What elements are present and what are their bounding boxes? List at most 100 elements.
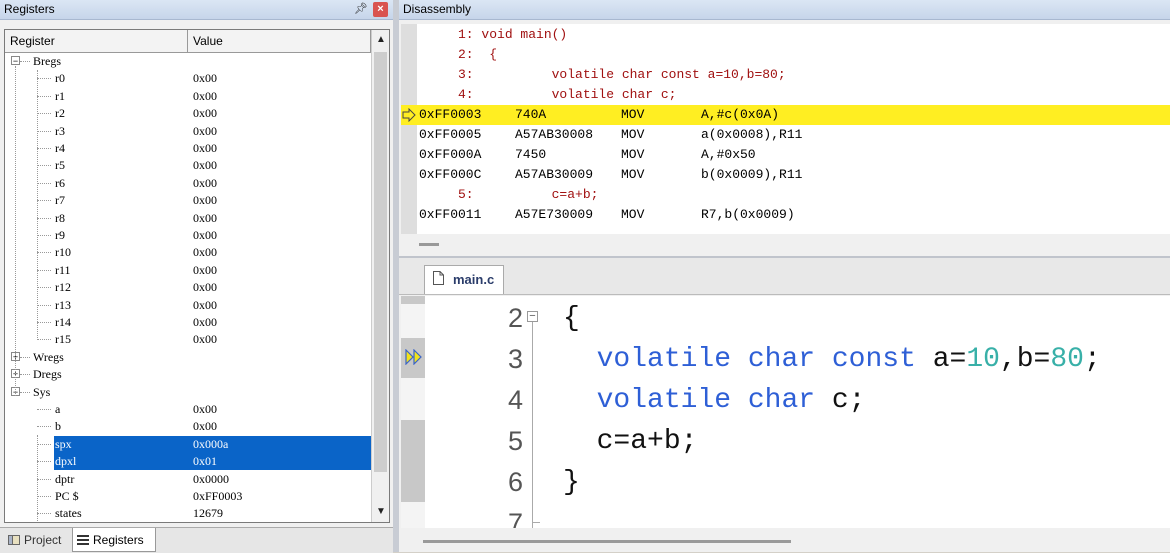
code-text: volatile char const a=10,b=80; — [563, 339, 1101, 380]
register-value: 0x00 — [193, 245, 217, 260]
tab-registers[interactable]: Registers — [72, 528, 156, 552]
register-value: 0xFF0003 — [193, 489, 243, 503]
asm-line[interactable]: 0xFF000C A57AB30009 MOV b(0x0009),R11 — [401, 165, 1170, 185]
scrollbar-thumb[interactable] — [374, 52, 387, 472]
register-name: r14 — [55, 315, 71, 329]
register-row[interactable]: + Wregs — [5, 349, 371, 366]
scroll-up-icon[interactable]: ▲ — [372, 30, 389, 50]
register-value: 0x00 — [193, 228, 217, 242]
code-line[interactable]: 6} — [401, 462, 1170, 503]
asm-operands: A,#c(0x0A) — [701, 107, 780, 122]
asm-line[interactable]: 0xFF0005 A57AB30008 MOV a(0x0008),R11 — [401, 125, 1170, 145]
asm-mnemonic: MOV — [621, 107, 645, 122]
register-row[interactable]: − Bregs — [5, 53, 371, 70]
source-line[interactable]: 4: volatile char c; — [401, 85, 1170, 105]
register-row[interactable]: dptr 0x0000 — [5, 471, 371, 488]
register-row[interactable]: r2 0x00 — [5, 105, 371, 122]
code-editor[interactable]: − 2{3 volatile char const a=10,b=80; 4 vo… — [401, 296, 1170, 528]
register-value: 0x00 — [193, 402, 217, 416]
register-row[interactable]: r15 0x00 — [5, 331, 371, 348]
asm-line[interactable]: 0xFF000A 7450 MOV A,#0x50 — [401, 145, 1170, 165]
source-text: 5: c=a+b; — [419, 187, 599, 202]
disassembly-pane: Disassembly 1: void main() 2: { 3: volat… — [399, 0, 1170, 256]
source-text: 2: { — [419, 47, 498, 62]
tree-connector — [37, 339, 51, 341]
register-row[interactable]: − Sys — [5, 384, 371, 401]
register-row[interactable]: r10 0x00 — [5, 244, 371, 261]
disassembly-title: Disassembly — [403, 2, 472, 16]
register-row[interactable]: r4 0x00 — [5, 140, 371, 157]
tree-connector — [37, 409, 51, 410]
register-row[interactable]: r3 0x00 — [5, 123, 371, 140]
scrollbar-thumb[interactable] — [419, 243, 439, 246]
register-row[interactable]: + Dregs — [5, 366, 371, 383]
register-row[interactable]: states 12679 — [5, 505, 371, 522]
source-line[interactable]: 2: { — [401, 45, 1170, 65]
register-row[interactable]: r9 0x00 — [5, 227, 371, 244]
registers-icon — [77, 535, 89, 545]
register-name: Dregs — [33, 367, 62, 382]
register-name: dpxl — [55, 454, 77, 469]
asm-operands: R7,b(0x0009) — [701, 207, 795, 222]
disassembly-horizontal-scrollbar[interactable] — [401, 236, 1170, 254]
register-row[interactable]: r0 0x00 — [5, 70, 371, 87]
register-row[interactable]: r8 0x00 — [5, 210, 371, 227]
tree-connector — [37, 182, 51, 184]
tab-main-c-label: main.c — [453, 272, 495, 287]
code-token: c; — [815, 385, 866, 416]
scroll-down-icon[interactable]: ▼ — [372, 502, 389, 522]
asm-operands: a(0x0008),R11 — [701, 127, 803, 142]
register-row[interactable]: r13 0x00 — [5, 297, 371, 314]
column-header-value[interactable]: Value — [188, 30, 371, 52]
register-value: 0x01 — [193, 454, 217, 469]
disassembly-title-bar: Disassembly — [399, 0, 1170, 20]
registers-table: Register Value − Bregs r0 0x00 r1 0x00 r2 0x00 r… — [4, 29, 390, 523]
code-line[interactable]: 4 volatile char c; — [401, 380, 1170, 421]
register-row[interactable]: a 0x00 — [5, 401, 371, 418]
register-name: b — [55, 419, 61, 434]
register-row[interactable]: r12 0x00 — [5, 279, 371, 296]
tab-main-c[interactable]: main.c — [424, 265, 504, 294]
asm-line[interactable]: 0xFF0011 A57E730009 MOV R7,b(0x0009) — [401, 205, 1170, 225]
register-row[interactable]: r14 0x00 — [5, 314, 371, 331]
project-icon — [8, 535, 20, 545]
register-row[interactable]: spx 0x000a — [5, 435, 371, 453]
collapse-icon[interactable]: − — [11, 56, 20, 66]
scrollbar-thumb[interactable] — [423, 540, 791, 543]
source-line[interactable]: 5: c=a+b; — [401, 185, 1170, 205]
registers-vertical-scrollbar[interactable]: ▲ ▼ — [371, 30, 389, 522]
code-text: c=a+b; — [563, 421, 698, 462]
register-value: 0x000a — [193, 436, 229, 451]
register-row[interactable]: r6 0x00 — [5, 175, 371, 192]
source-line[interactable]: 1: void main() — [401, 25, 1170, 45]
register-row[interactable]: r7 0x00 — [5, 192, 371, 209]
tab-project[interactable]: Project — [4, 528, 70, 552]
code-line[interactable]: 3 volatile char const a=10,b=80; — [401, 339, 1170, 380]
tree-connector — [37, 496, 51, 497]
pin-icon[interactable]: 📌︎ — [354, 2, 368, 16]
code-line[interactable]: 5 c=a+b; — [401, 421, 1170, 462]
code-line[interactable]: 2{ — [401, 298, 1170, 339]
close-icon[interactable]: × — [373, 2, 388, 17]
code-line[interactable]: 7 — [401, 503, 1170, 528]
register-row[interactable]: r1 0x00 — [5, 88, 371, 105]
editor-horizontal-scrollbar[interactable] — [401, 530, 1170, 552]
register-row[interactable]: r11 0x00 — [5, 262, 371, 279]
register-value: 0x00 — [193, 106, 217, 121]
register-row[interactable]: b 0x00 — [5, 418, 371, 435]
register-row[interactable]: dpxl 0x01 — [5, 453, 371, 471]
column-header-register[interactable]: Register — [5, 30, 188, 52]
tree-connector — [20, 374, 30, 376]
register-value: 0x0000 — [193, 471, 229, 486]
current-line-arrow-icon — [402, 108, 416, 122]
register-row[interactable]: PC $ 0xFF0003 — [5, 488, 371, 505]
asm-opcode: A57AB30009 — [515, 167, 594, 182]
tab-registers-label: Registers — [93, 533, 144, 547]
register-row[interactable]: r5 0x00 — [5, 157, 371, 174]
disassembly-listing[interactable]: 1: void main() 2: { 3: volatile char con… — [401, 24, 1170, 234]
source-line[interactable]: 3: volatile char const a=10,b=80; — [401, 65, 1170, 85]
asm-line[interactable]: 0xFF0003 740A MOV A,#c(0x0A) — [401, 105, 1170, 125]
register-name: PC $ — [55, 489, 79, 503]
